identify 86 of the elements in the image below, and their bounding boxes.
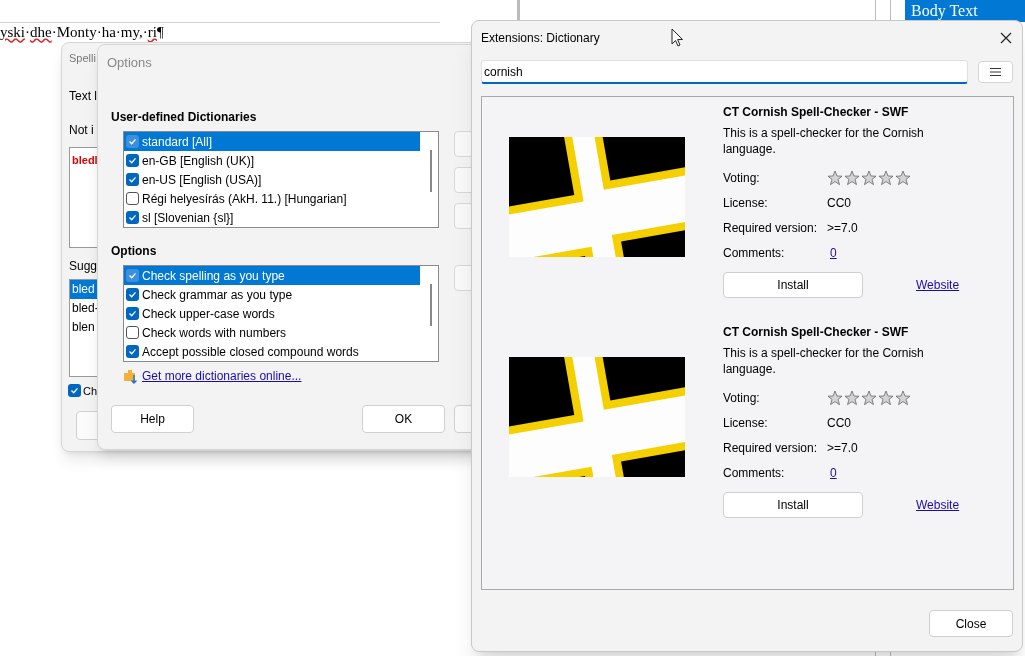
website-link[interactable]: Website <box>916 496 960 514</box>
extension-title: CT Cornish Spell-Checker - SWF <box>723 324 910 341</box>
misspelled-word: bledl <box>72 153 98 166</box>
list-item[interactable]: en-GB [English (UK)] <box>124 151 420 170</box>
checkbox[interactable] <box>126 307 139 320</box>
check-icon <box>128 213 137 222</box>
check-icon <box>128 347 137 356</box>
star-icon <box>861 169 877 186</box>
dialog-title: Options <box>107 54 152 72</box>
scrollbar-thumb[interactable] <box>430 284 432 326</box>
check-icon <box>128 175 137 184</box>
checkbox[interactable] <box>126 192 139 205</box>
document-text: yski·dhe·Monty·ha·my,·ri¶ <box>0 22 164 42</box>
field-label: Not i <box>69 121 94 139</box>
extension-title: CT Cornish Spell-Checker - SWF <box>723 104 910 121</box>
license-value: CC0 <box>827 414 851 432</box>
license-value: CC0 <box>827 194 851 212</box>
checkbox-label: Ch <box>83 383 98 399</box>
list-item[interactable]: Check grammar as you type <box>124 285 420 304</box>
star-icon <box>827 169 843 186</box>
checkbox[interactable] <box>126 135 139 148</box>
extension-description: This is a spell-checker for the Cornish language. <box>723 345 925 378</box>
check-icon <box>128 290 137 299</box>
checkbox[interactable] <box>126 173 139 186</box>
menu-button[interactable] <box>978 61 1013 83</box>
ok-button[interactable]: OK <box>362 405 445 433</box>
checkbox[interactable] <box>126 326 139 339</box>
search-field[interactable]: cornish <box>481 60 969 84</box>
scrollbar-thumb[interactable] <box>430 150 432 192</box>
website-link[interactable]: Website <box>916 276 960 294</box>
list-item[interactable]: Check spelling as you type <box>124 266 420 285</box>
check-icon <box>70 386 79 396</box>
close-button[interactable]: Close <box>929 610 1013 637</box>
help-button[interactable]: Help <box>111 405 194 433</box>
field-label: License: <box>723 414 769 432</box>
checkbox[interactable] <box>126 269 139 282</box>
window-title: Extensions: Dictionary <box>481 30 600 47</box>
star-icon <box>895 389 911 406</box>
style-box[interactable]: Body Text <box>905 0 1025 22</box>
list-item[interactable]: standard [All] <box>124 132 420 151</box>
mouse-cursor-icon <box>671 28 684 47</box>
star-icon <box>895 169 911 186</box>
field-label: Comments: <box>723 244 786 262</box>
install-button[interactable]: Install <box>723 272 863 298</box>
field-label: Text l <box>69 87 97 105</box>
check-icon <box>128 309 137 318</box>
more-dictionaries-link[interactable]: Get more dictionaries online... <box>142 367 302 385</box>
close-icon[interactable] <box>1000 32 1012 44</box>
check-icon <box>128 156 137 165</box>
list-item[interactable]: Accept possible closed compound words <box>124 342 420 361</box>
field-label: Voting: <box>723 389 761 407</box>
star-icon <box>878 389 894 406</box>
field-label: Sugg <box>69 257 98 275</box>
checkbox[interactable] <box>68 384 81 398</box>
list-item[interactable]: Check words with numbers <box>124 323 420 342</box>
star-icon <box>844 169 860 186</box>
menu-icon <box>990 68 1002 76</box>
star-icon <box>844 389 860 406</box>
star-icon <box>827 389 843 406</box>
checkbox[interactable] <box>126 154 139 167</box>
install-button[interactable]: Install <box>723 492 863 518</box>
star-icon <box>861 389 877 406</box>
check-icon <box>128 271 137 280</box>
check-icon <box>128 137 137 146</box>
field-label: Required version: <box>723 439 819 457</box>
list-item[interactable]: en-US [English (USA)] <box>124 170 420 189</box>
star-icon <box>878 169 894 186</box>
field-label: License: <box>723 194 769 212</box>
comments-link[interactable]: 0 <box>830 243 837 262</box>
list-item[interactable]: Check upper-case words <box>124 304 420 323</box>
checkbox[interactable] <box>126 345 139 358</box>
checkbox[interactable] <box>126 211 139 224</box>
section-heading: Options <box>111 243 158 260</box>
version-value: >=7.0 <box>827 439 858 457</box>
list-item[interactable]: sl [Slovenian {sl}] <box>124 208 420 227</box>
list-item[interactable]: Régi helyesírás (AkH. 11.) [Hungarian] <box>124 189 420 208</box>
version-value: >=7.0 <box>827 219 858 237</box>
checkbox[interactable] <box>126 288 139 301</box>
field-label: Required version: <box>723 219 819 237</box>
extension-description: This is a spell-checker for the Cornish language. <box>723 125 925 158</box>
comments-link[interactable]: 0 <box>830 463 837 482</box>
puzzle-download-icon <box>123 368 139 384</box>
field-label: Voting: <box>723 169 761 187</box>
section-heading: User-defined Dictionaries <box>111 109 258 126</box>
field-label: Comments: <box>723 464 786 482</box>
dialog-title: Spelli <box>69 51 96 66</box>
